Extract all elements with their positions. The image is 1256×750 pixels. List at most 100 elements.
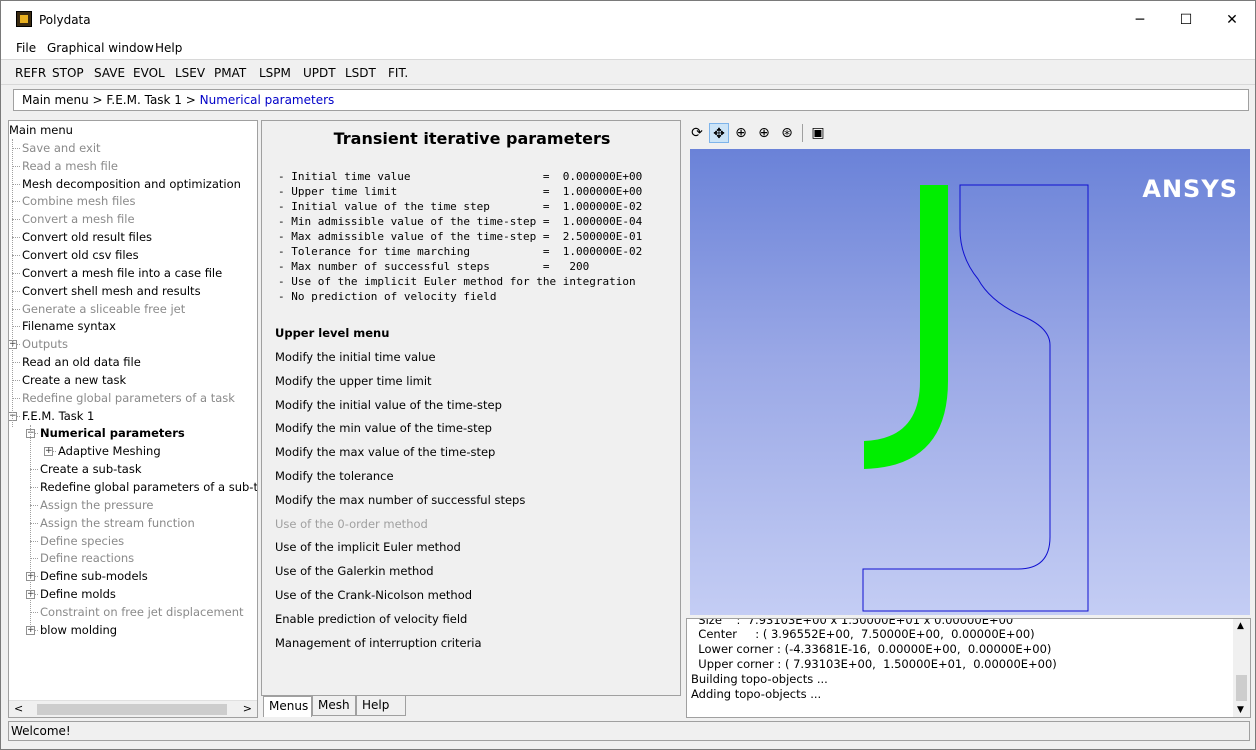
panel-menu-item[interactable]: Modify the min value of the time-step bbox=[275, 419, 492, 437]
tree-item[interactable]: Redefine global parameters of a sub-task bbox=[40, 479, 257, 496]
zoom-in-icon[interactable]: ⊕ bbox=[754, 123, 774, 143]
snapshot-icon[interactable]: ▣ bbox=[808, 123, 828, 143]
tree-connector bbox=[30, 558, 38, 560]
tree-connector bbox=[30, 487, 38, 488]
zoom-icon[interactable]: ⊕ bbox=[731, 123, 751, 143]
panel-menu-item[interactable]: Modify the initial time value bbox=[275, 348, 436, 366]
tree-item: Redefine global parameters of a task bbox=[22, 390, 235, 405]
tree-item[interactable]: Filename syntax bbox=[22, 318, 116, 335]
tree-item[interactable]: Define molds bbox=[40, 586, 116, 603]
app-icon bbox=[16, 11, 32, 27]
tree-connector bbox=[12, 201, 20, 203]
tree-item[interactable]: Create a new task bbox=[22, 372, 126, 389]
tree-item[interactable]: blow molding bbox=[40, 622, 117, 639]
breadcrumb-path[interactable]: Main menu > F.E.M. Task 1 > bbox=[22, 93, 200, 107]
title-bar: Polydata ─ ☐ ✕ bbox=[1, 1, 1255, 39]
tree-line bbox=[30, 425, 31, 629]
tree-item[interactable]: Convert old csv files bbox=[22, 247, 139, 264]
menu-graphical-window[interactable]: Graphical window bbox=[47, 41, 154, 55]
tree-connector bbox=[12, 308, 20, 310]
menu-help[interactable]: Help bbox=[155, 41, 182, 55]
graphics-toolbar: ⟳ ✥ ⊕ ⊕ ⊛ ▣ bbox=[687, 120, 1251, 146]
toolbar-refr-button[interactable]: REFR bbox=[15, 66, 46, 80]
mesh-drawing bbox=[862, 184, 1089, 612]
panel-title: Transient iterative parameters bbox=[333, 129, 611, 148]
panel-menu-item[interactable]: Use of the Galerkin method bbox=[275, 562, 434, 580]
toolbar-save-button[interactable]: SAVE bbox=[94, 66, 125, 80]
close-button[interactable]: ✕ bbox=[1209, 1, 1255, 39]
zoom-fit-icon[interactable]: ⊛ bbox=[777, 123, 797, 143]
toolbar-lspm-button[interactable]: LSPM bbox=[259, 66, 291, 80]
tree-connector bbox=[12, 237, 20, 239]
toolbar-evol-button[interactable]: EVOL bbox=[133, 66, 165, 80]
panel-menu-item[interactable]: Use of the Crank-Nicolson method bbox=[275, 586, 472, 604]
graphics-canvas[interactable]: ANSYS bbox=[690, 149, 1250, 615]
tree-item: Save and exit bbox=[22, 140, 101, 155]
console-line: Adding topo-objects ... bbox=[691, 687, 822, 701]
tree-item[interactable]: Read an old data file bbox=[22, 354, 141, 371]
tree-connector bbox=[12, 379, 20, 381]
menu-file[interactable]: File bbox=[16, 41, 36, 55]
pan-icon[interactable]: ✥ bbox=[709, 123, 729, 143]
toolbar-updt-button[interactable]: UPDT bbox=[303, 66, 336, 80]
tree-item: Combine mesh files bbox=[22, 194, 136, 209]
panel-menu-item: Use of the 0-order method bbox=[275, 516, 428, 531]
menu-upper-level[interactable]: Upper level menu bbox=[275, 324, 389, 342]
toolbar-lsev-button[interactable]: LSEV bbox=[175, 66, 205, 80]
tree-item: Convert a mesh file bbox=[22, 212, 135, 227]
tree-item: Assign the pressure bbox=[40, 497, 154, 512]
tree-item[interactable]: Main menu bbox=[9, 122, 73, 139]
status-text: Welcome! bbox=[11, 724, 71, 738]
tree-item[interactable]: Adaptive Meshing bbox=[58, 443, 161, 460]
toolbar-stop-button[interactable]: STOP bbox=[52, 66, 84, 80]
tree-item[interactable]: Convert shell mesh and results bbox=[22, 283, 201, 300]
console-line: Lower corner : (-4.33681E-16, 0.00000E+0… bbox=[691, 642, 1052, 656]
tree-item[interactable]: Mesh decomposition and optimization bbox=[22, 176, 241, 193]
tree-item: Define reactions bbox=[40, 551, 135, 566]
toolbar-fit-button[interactable]: FIT. bbox=[388, 66, 408, 80]
panel-menu-item[interactable]: Modify the max number of successful step… bbox=[275, 491, 525, 509]
tree-connector bbox=[30, 611, 38, 613]
panel-menu-item[interactable]: Use of the implicit Euler method bbox=[275, 538, 461, 556]
scroll-thumb[interactable] bbox=[37, 704, 227, 715]
tree-connector bbox=[12, 183, 20, 185]
parameter-line: - Min admissible value of the time-step … bbox=[278, 215, 643, 228]
breadcrumb: Main menu > F.E.M. Task 1 > Numerical pa… bbox=[13, 89, 1249, 111]
tree-item[interactable]: Convert a mesh file into a case file bbox=[22, 265, 222, 282]
horizontal-scrollbar[interactable]: < > bbox=[9, 700, 257, 717]
console-output: Size : 7.93103E+00 x 1.50000E+01 x 0.000… bbox=[686, 618, 1251, 718]
tab-help[interactable]: Help bbox=[356, 695, 406, 716]
scroll-thumb[interactable] bbox=[1236, 675, 1247, 701]
minimize-button[interactable]: ─ bbox=[1117, 1, 1163, 39]
maximize-button[interactable]: ☐ bbox=[1163, 1, 1209, 39]
tree-item[interactable]: Define sub-models bbox=[40, 568, 148, 585]
tab-mesh[interactable]: Mesh bbox=[312, 695, 356, 716]
tree-item[interactable]: Convert old result files bbox=[22, 229, 152, 246]
toolbar-pmat-button[interactable]: PMAT bbox=[214, 66, 246, 80]
rotate-icon[interactable]: ⟳ bbox=[687, 123, 707, 143]
status-bar: Welcome! bbox=[8, 721, 1250, 741]
panel-menu-item[interactable]: Modify the initial value of the time-ste… bbox=[275, 396, 502, 414]
tree-connector bbox=[12, 397, 20, 399]
parameters-list: - Initial time value = 0.000000E+00 - Upp… bbox=[278, 169, 642, 304]
scroll-left-icon[interactable]: < bbox=[14, 702, 23, 715]
tree-connector bbox=[12, 147, 20, 149]
scroll-down-icon[interactable]: ▼ bbox=[1237, 705, 1244, 715]
scroll-right-icon[interactable]: > bbox=[243, 702, 252, 715]
panel-menu-item[interactable]: Enable prediction of velocity field bbox=[275, 610, 467, 628]
tree-item[interactable]: Numerical parameters bbox=[40, 425, 185, 442]
panel-menu-item[interactable]: Modify the tolerance bbox=[275, 467, 394, 485]
vertical-scrollbar[interactable]: ▲ ▼ bbox=[1233, 619, 1250, 717]
panel-menu-item[interactable]: Management of interruption criteria bbox=[275, 634, 482, 652]
tree-item[interactable]: F.E.M. Task 1 bbox=[22, 408, 94, 425]
tab-menus[interactable]: Menus bbox=[263, 696, 312, 717]
scroll-up-icon[interactable]: ▲ bbox=[1237, 621, 1244, 631]
parameter-line: - Initial value of the time step = 1.000… bbox=[278, 200, 643, 213]
panel-menu-item[interactable]: Modify the max value of the time-step bbox=[275, 443, 495, 461]
window-title: Polydata bbox=[39, 13, 91, 27]
panel-menu-item[interactable]: Modify the upper time limit bbox=[275, 372, 432, 390]
expand-icon[interactable]: + bbox=[44, 447, 53, 457]
console-line: Building topo-objects ... bbox=[691, 672, 828, 686]
toolbar-lsdt-button[interactable]: LSDT bbox=[345, 66, 376, 80]
tree-item[interactable]: Create a sub-task bbox=[40, 461, 142, 478]
